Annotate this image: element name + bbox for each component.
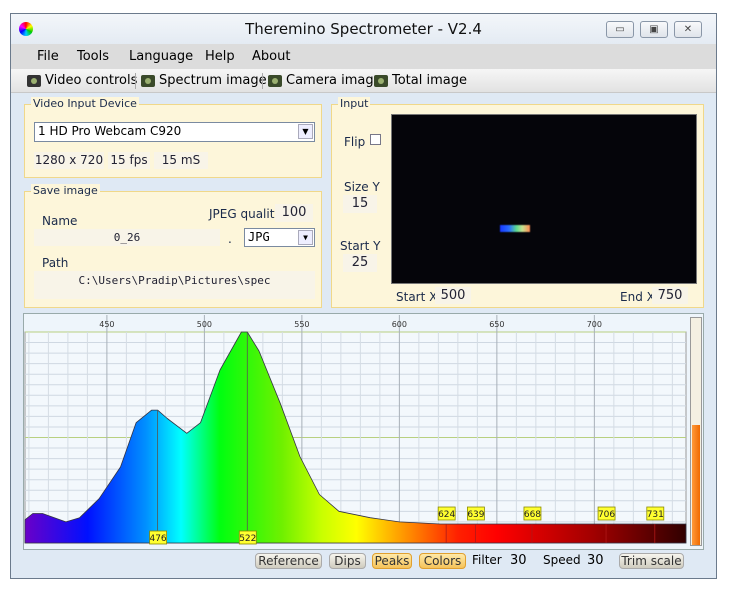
peak-label: 476 xyxy=(149,534,166,544)
format-value: JPG xyxy=(248,230,270,244)
minimize-button[interactable]: ▭ xyxy=(606,21,634,38)
dot-separator: . xyxy=(228,232,232,246)
spectrum-image-button[interactable]: Spectrum image xyxy=(141,73,267,88)
x-tick-label: 600 xyxy=(392,320,407,329)
flip-checkbox[interactable] xyxy=(370,134,381,145)
path-label: Path xyxy=(42,256,69,270)
path-input[interactable]: C:\Users\Pradip\Pictures\spec xyxy=(34,271,315,299)
video-controls-label: Video controls xyxy=(45,73,138,88)
start-x-input[interactable]: 500 xyxy=(435,287,471,304)
start-y-input[interactable]: 25 xyxy=(343,254,377,272)
toolbar-separator xyxy=(135,73,136,89)
app-window: Theremino Spectrometer - V2.4 ▭ ▣ ✕ File… xyxy=(10,13,717,579)
video-device-select[interactable]: 1 HD Pro Webcam C920 ▼ xyxy=(34,122,315,142)
peaks-button[interactable]: Peaks xyxy=(372,553,412,569)
chevron-down-icon: ▼ xyxy=(298,230,313,245)
title-bar: Theremino Spectrometer - V2.4 ▭ ▣ ✕ xyxy=(11,14,716,44)
x-tick-label: 450 xyxy=(99,320,114,329)
menu-about[interactable]: About xyxy=(252,49,290,64)
start-y-label: Start Y xyxy=(340,239,381,253)
trim-scale-button[interactable]: Trim scale xyxy=(619,553,684,569)
video-device-value: 1 HD Pro Webcam C920 xyxy=(38,124,182,138)
jpeg-quality-input[interactable]: 100 xyxy=(275,204,313,222)
menu-help[interactable]: Help xyxy=(205,49,235,64)
level-meter-fill xyxy=(692,424,700,545)
dips-button[interactable]: Dips xyxy=(329,553,366,569)
camera-icon xyxy=(374,74,388,87)
peak-label: 624 xyxy=(438,510,455,520)
camera-icon xyxy=(141,74,155,87)
video-input-group: Video Input Device 1 HD Pro Webcam C920 ▼… xyxy=(24,97,322,178)
start-x-label: Start X xyxy=(396,290,438,304)
end-x-input[interactable]: 750 xyxy=(652,287,688,304)
peak-label: 668 xyxy=(524,510,541,520)
flip-label: Flip xyxy=(344,135,366,149)
peak-label: 639 xyxy=(467,510,484,520)
name-label: Name xyxy=(42,214,78,228)
reference-button[interactable]: Reference xyxy=(255,553,322,569)
input-label: Input xyxy=(338,97,371,110)
menu-tools[interactable]: Tools xyxy=(77,49,109,64)
camera-image-label: Camera image xyxy=(286,73,382,88)
jpeg-quality-label: JPEG quality xyxy=(209,207,282,221)
size-y-label: Size Y xyxy=(344,180,380,194)
video-camera-icon xyxy=(27,74,41,87)
file-name-input[interactable]: 0_26 xyxy=(34,229,220,246)
menu-language[interactable]: Language xyxy=(129,49,193,64)
fps-field: 15 fps xyxy=(108,152,150,169)
exposure-field: 15 mS xyxy=(154,152,208,169)
spectrum-image-label: Spectrum image xyxy=(159,73,267,88)
x-tick-label: 550 xyxy=(294,320,309,329)
camera-preview[interactable] xyxy=(391,114,697,284)
video-controls-button[interactable]: Video controls xyxy=(27,73,137,88)
filter-label: Filter xyxy=(472,553,502,567)
maximize-button[interactable]: ▣ xyxy=(640,21,668,38)
save-image-group: Save image Name JPEG quality 100 0_26 . … xyxy=(24,184,322,308)
menu-bar: File Tools Language Help About xyxy=(11,44,716,69)
peak-label: 522 xyxy=(239,534,256,544)
spectrum-stripe xyxy=(500,225,530,232)
speed-label: Speed xyxy=(543,553,581,567)
input-group: Input Flip Size Y 15 Start Y 25 Start X … xyxy=(331,97,704,308)
menu-file[interactable]: File xyxy=(37,49,59,64)
x-tick-label: 500 xyxy=(197,320,212,329)
toolbar-separator xyxy=(262,73,263,89)
x-tick-label: 650 xyxy=(489,320,504,329)
toolbar: Video controls Spectrum image Camera ima… xyxy=(11,69,716,93)
camera-icon xyxy=(268,74,282,87)
spectrum-chart[interactable]: 450 500 550 600 650 700 476 522 624 639 668 706 731 xyxy=(24,315,687,548)
video-input-label: Video Input Device xyxy=(31,97,139,110)
format-select[interactable]: JPG ▼ xyxy=(244,228,315,247)
save-image-label: Save image xyxy=(31,184,100,197)
peak-label: 731 xyxy=(647,510,664,520)
peak-label: 706 xyxy=(598,510,615,520)
total-image-button[interactable]: Total image xyxy=(374,73,467,88)
resolution-field: 1280 x 720 xyxy=(34,152,104,169)
level-meter xyxy=(690,317,702,546)
filter-value[interactable]: 30 xyxy=(510,553,527,568)
end-x-label: End X xyxy=(620,290,655,304)
camera-image-button[interactable]: Camera image xyxy=(268,73,382,88)
close-button[interactable]: ✕ xyxy=(674,21,702,38)
speed-value[interactable]: 30 xyxy=(587,553,604,568)
chevron-down-icon: ▼ xyxy=(298,124,313,139)
size-y-input[interactable]: 15 xyxy=(343,195,377,213)
spectrum-chart-panel: 450 500 550 600 650 700 476 522 624 639 668 706 731 xyxy=(23,313,704,550)
colors-button[interactable]: Colors xyxy=(419,553,466,569)
x-tick-label: 700 xyxy=(587,320,602,329)
total-image-label: Total image xyxy=(392,73,467,88)
